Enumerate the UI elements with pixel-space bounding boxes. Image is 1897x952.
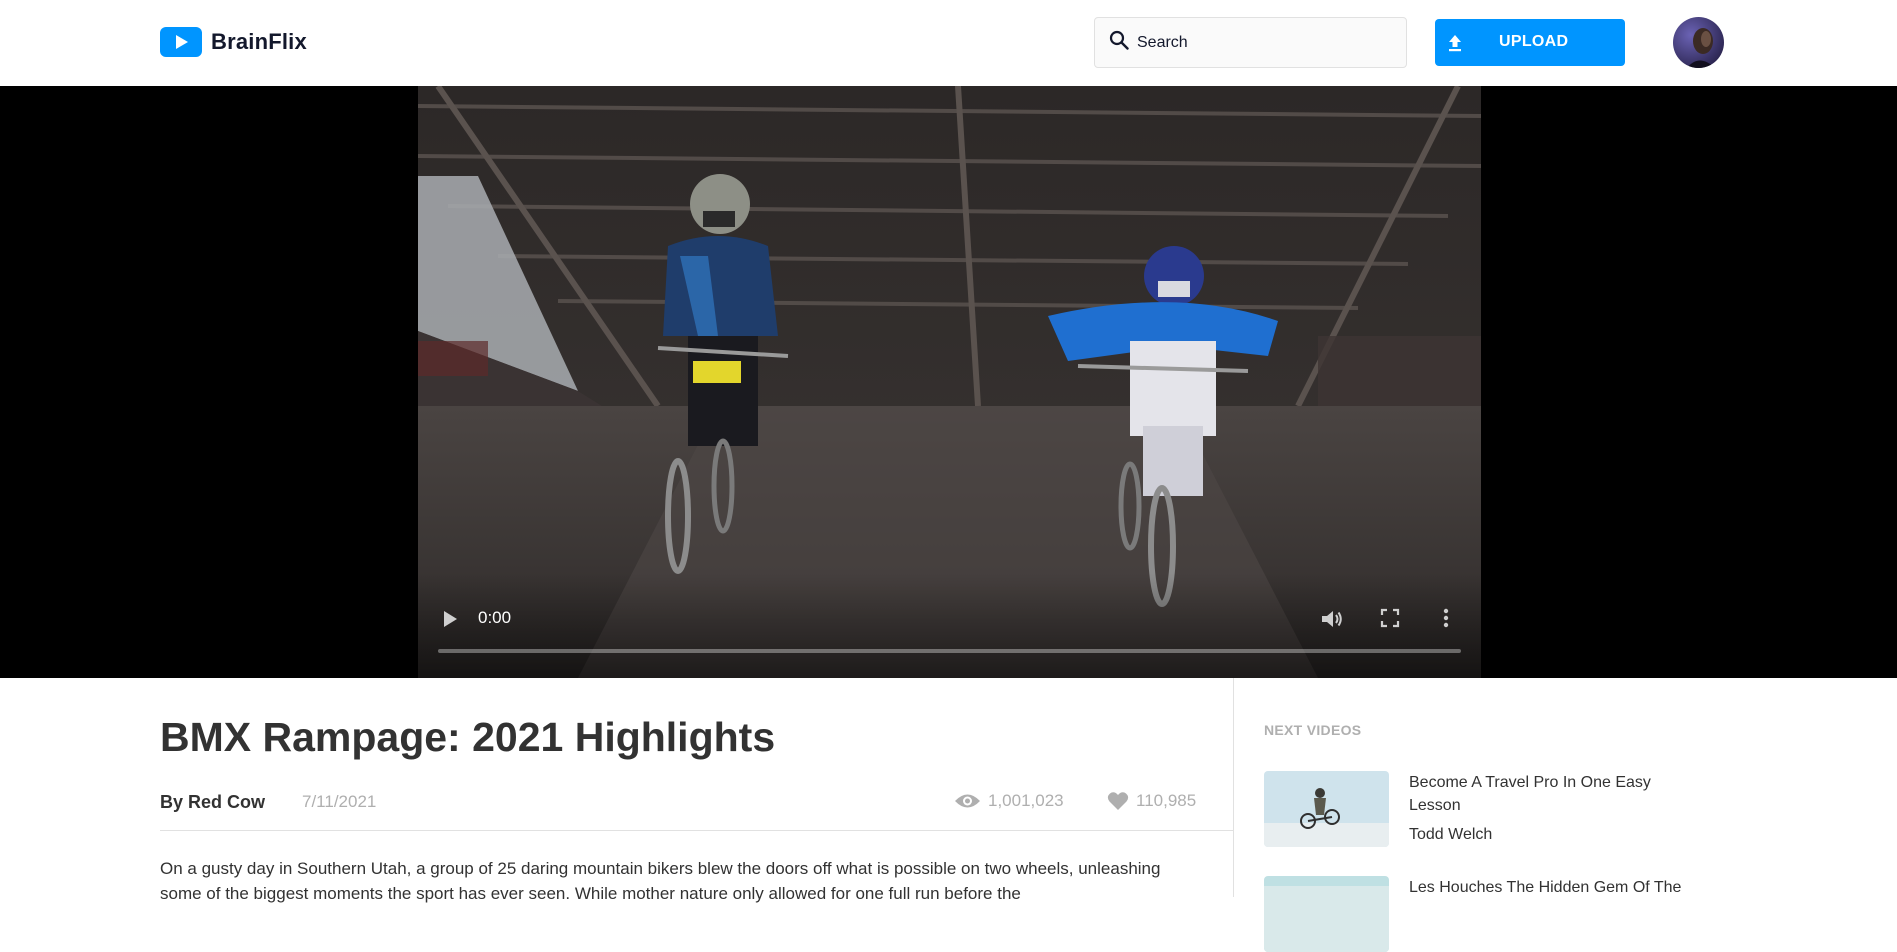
next-video-channel: Todd Welch bbox=[1409, 826, 1493, 843]
next-video-thumbnail bbox=[1264, 771, 1389, 847]
logo-play-icon bbox=[160, 27, 202, 57]
eye-icon bbox=[955, 794, 980, 808]
video-title: BMX Rampage: 2021 Highlights bbox=[160, 714, 776, 760]
upload-icon bbox=[1445, 33, 1465, 58]
upload-button[interactable]: UPLOAD bbox=[1435, 19, 1625, 66]
site-header: BrainFlix UPLOAD bbox=[0, 0, 1897, 86]
column-divider bbox=[1233, 678, 1234, 897]
volume-icon[interactable] bbox=[1320, 608, 1344, 635]
views-value: 1,001,023 bbox=[988, 791, 1064, 810]
video-player-area: 0:00 bbox=[0, 86, 1897, 678]
logo-text: BrainFlix bbox=[211, 29, 307, 54]
like-count[interactable]: 110,985 bbox=[1107, 791, 1196, 811]
upload-date: 7/11/2021 bbox=[302, 792, 377, 811]
user-avatar[interactable] bbox=[1673, 17, 1724, 68]
current-time: 0:00 bbox=[478, 608, 512, 627]
next-video-title: Become A Travel Pro In One Easy Lesson bbox=[1409, 774, 1651, 814]
search-icon bbox=[1109, 30, 1129, 55]
next-videos-heading: NEXT VIDEOS bbox=[1264, 722, 1362, 738]
video-description: On a gusty day in Southern Utah, a group… bbox=[160, 859, 1161, 903]
search-bar[interactable] bbox=[1094, 17, 1407, 68]
next-video-thumbnail bbox=[1264, 876, 1389, 952]
heart-icon bbox=[1107, 792, 1129, 810]
upload-label: UPLOAD bbox=[1499, 33, 1569, 50]
progress-bar[interactable] bbox=[438, 649, 1461, 653]
likes-value: 110,985 bbox=[1136, 791, 1197, 810]
video-player[interactable]: 0:00 bbox=[418, 86, 1481, 678]
next-video-title: Les Houches The Hidden Gem Of The bbox=[1409, 879, 1682, 896]
brand-logo[interactable]: BrainFlix bbox=[160, 27, 307, 57]
view-count: 1,001,023 bbox=[954, 791, 1064, 811]
search-input[interactable] bbox=[1137, 33, 1387, 52]
more-vertical-icon[interactable] bbox=[1443, 608, 1449, 633]
fullscreen-icon[interactable] bbox=[1380, 608, 1400, 633]
play-icon[interactable] bbox=[442, 610, 458, 633]
channel-name: By Red Cow bbox=[160, 792, 266, 812]
details-divider bbox=[160, 830, 1233, 831]
